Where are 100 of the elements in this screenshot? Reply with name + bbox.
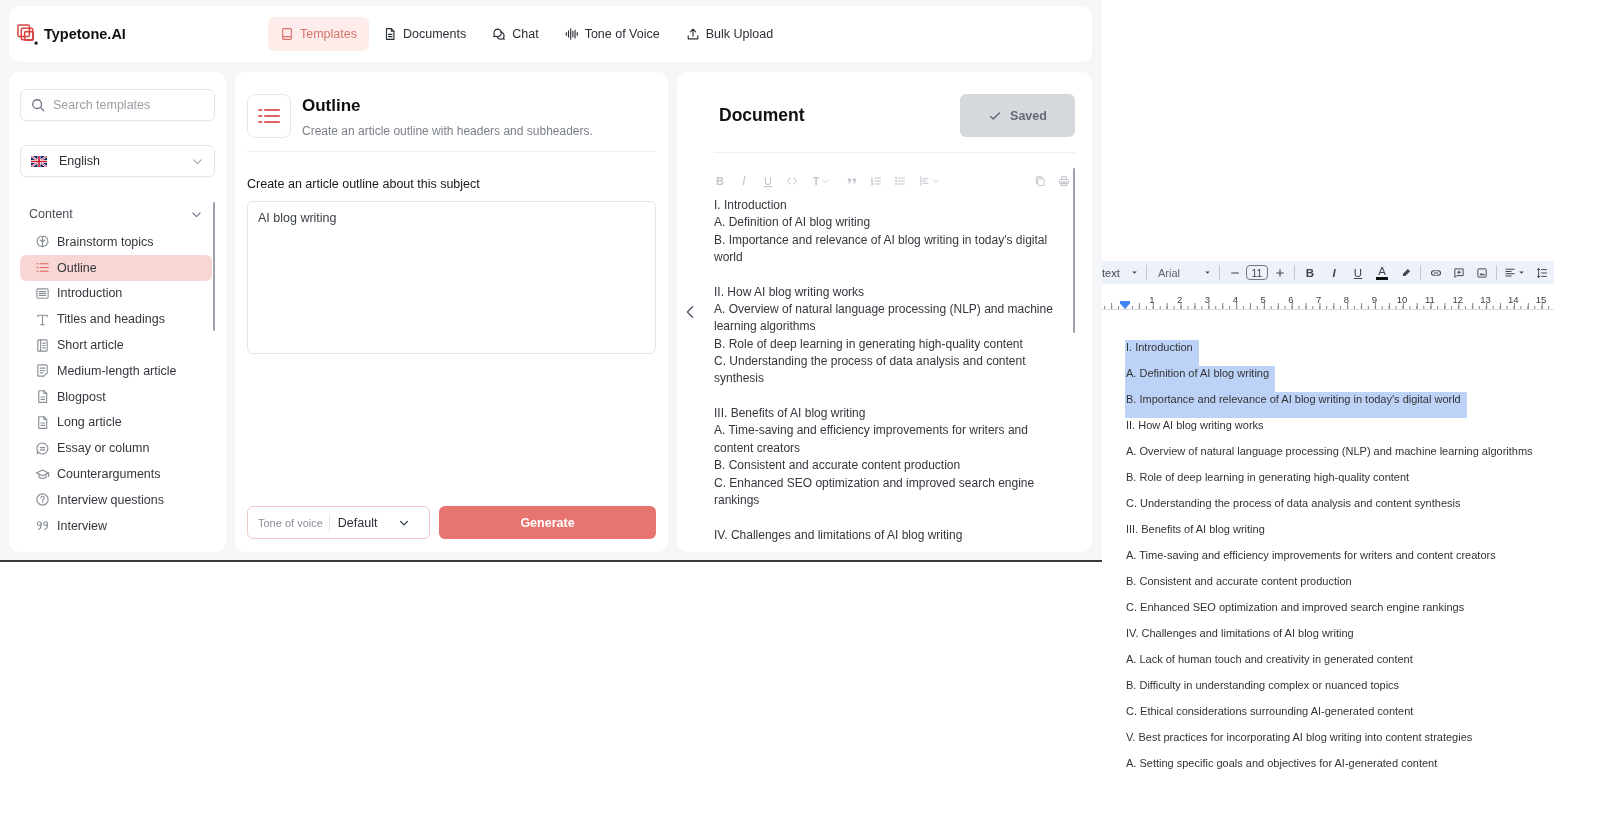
text-line: A. Lack of human touch and creativity in generated content: [1125, 652, 1414, 667]
nav-tab[interactable]: Bulk Upload: [673, 17, 786, 51]
template-item[interactable]: Counterarguments: [20, 461, 212, 487]
align-left-icon[interactable]: [1504, 266, 1516, 279]
add-comment-icon[interactable]: [1452, 266, 1465, 279]
template-item[interactable]: Interview questions: [20, 486, 212, 513]
sound-wave-icon: [564, 27, 579, 41]
scrollbar-thumb[interactable]: [213, 202, 215, 331]
upload-icon: [685, 27, 700, 41]
font-size-field[interactable]: 11: [1246, 265, 1268, 280]
outline-line: IV. Challenges and limitations of AI blog writing: [714, 526, 964, 544]
ruler-number: 8: [1342, 294, 1351, 305]
text-lines-icon: [35, 286, 50, 301]
template-item[interactable]: Outline: [20, 254, 212, 281]
ruler-number: 13: [1479, 294, 1492, 305]
outline-line: I. Introduction: [714, 197, 788, 214]
text-line: B. Role of deep learning in generating high-quality content: [1125, 470, 1411, 485]
nav-tab[interactable]: Chat: [480, 17, 551, 51]
template-item[interactable]: Short article: [20, 332, 212, 358]
caret-icon: [821, 177, 830, 185]
font-menu[interactable]: Arial: [1150, 266, 1216, 279]
section-toggle[interactable]: Content: [20, 202, 212, 226]
list-icon: [247, 94, 291, 138]
prompt-field[interactable]: AI blog writing: [247, 201, 656, 354]
ruler-number: 9: [1370, 294, 1378, 305]
ruler-number: 6: [1287, 294, 1295, 305]
sidebar-page-icon: [35, 337, 50, 353]
uk-flag-icon: [31, 155, 47, 167]
graduation-cap-icon: [35, 466, 50, 482]
text-line: C. Enhanced SEO optimization and improved search engine rankings: [1125, 600, 1466, 615]
brand-name: Typetone.AI: [44, 26, 126, 42]
prompt-label: Create an article outline about this subject: [247, 177, 481, 191]
ruler-number: 10: [1395, 294, 1409, 305]
outline-line: C. Understanding the process of data analysis and content synthesis: [714, 353, 1027, 388]
template-item[interactable]: Essay or column: [20, 435, 212, 462]
template-item[interactable]: Brainstorm topics: [20, 229, 212, 255]
search-icon: [31, 98, 45, 112]
text-line: B. Difficulty in understanding complex or nuanced topics: [1125, 678, 1401, 693]
text-line: A. Overview of natural language processing (NLP) and machine learning algorithms: [1125, 444, 1534, 459]
quote-icon[interactable]: [846, 175, 858, 187]
text-line: C. Ethical considerations surrounding AI-generated content: [1125, 704, 1415, 719]
page-edit-icon: [35, 363, 50, 379]
ruler-number: 12: [1451, 294, 1464, 305]
ruler-number: 15: [1534, 294, 1548, 305]
image-icon[interactable]: [1475, 266, 1488, 279]
caret-icon[interactable]: [1517, 268, 1526, 277]
ruler-number: 4: [1231, 294, 1239, 305]
file-text-icon: [35, 389, 50, 405]
text-line: B. Consistent and accurate content production: [1125, 574, 1353, 589]
caret-icon: [1203, 268, 1212, 277]
bullet-list-icon[interactable]: [894, 175, 906, 187]
text-line: V. Best practices for incorporating AI blog writing into content strategies: [1125, 730, 1474, 745]
italic-button[interactable]: I: [1322, 266, 1346, 279]
language-select[interactable]: English: [20, 145, 215, 177]
question-circle-icon: [35, 492, 50, 508]
ruler-number: 11: [1423, 294, 1436, 305]
outline-line: A. Overview of natural language processing (NLP) and machine learning algorithms: [714, 301, 1054, 336]
tone-select[interactable]: Tone of voice Default: [247, 506, 430, 539]
code-icon[interactable]: [786, 175, 798, 187]
bold-button[interactable]: B: [1298, 266, 1322, 279]
print-icon[interactable]: [1058, 175, 1070, 187]
numbered-list-icon[interactable]: [870, 175, 882, 187]
logo-icon: [17, 23, 38, 45]
text-line: A. Time-saving and efficiency improvements for writers and content creators: [1125, 548, 1497, 563]
ruler-number: 2: [1176, 294, 1184, 305]
nav-tab[interactable]: Tone of Voice: [552, 17, 672, 51]
template-item[interactable]: Interview: [20, 512, 212, 539]
text-line: II. How AI blog writing works: [1125, 418, 1265, 433]
ruler-number: 5: [1259, 294, 1267, 305]
outline-line: B. Consistent and accurate content production: [714, 457, 962, 475]
ruler-number: 3: [1203, 294, 1212, 305]
template-title: Outline: [302, 96, 362, 116]
template-item[interactable]: Medium-length article: [20, 358, 212, 384]
template-item[interactable]: Introduction: [20, 280, 212, 307]
style-menu[interactable]: text: [1102, 266, 1143, 279]
scrollbar-thumb[interactable]: [1073, 168, 1075, 333]
line-spacing-icon[interactable]: [1535, 266, 1548, 279]
file-text-icon: [35, 414, 50, 430]
copy-icon[interactable]: [1034, 175, 1046, 187]
document-icon: [383, 27, 397, 41]
template-item[interactable]: Blogpost: [20, 383, 212, 410]
outline-line: B. Role of deep learning in generating high-quality content: [714, 335, 1024, 353]
ruler-number: 7: [1315, 294, 1323, 305]
template-item[interactable]: Titles and headings: [20, 306, 212, 333]
template-description: Create an article outline with headers and subheaders.: [302, 124, 593, 138]
tablet-icon: [280, 27, 294, 41]
text-line: III. Benefits of AI blog writing: [1125, 522, 1266, 537]
nav-tab[interactable]: Documents: [371, 17, 479, 51]
text-line: A. Setting specific goals and objectives for AI-generated content: [1125, 756, 1439, 771]
outline-line: A. Definition of AI blog writing: [714, 214, 872, 232]
plus-icon[interactable]: [1273, 266, 1286, 279]
template-item[interactable]: Long article: [20, 409, 212, 436]
brain-icon: [35, 234, 50, 250]
underline-button[interactable]: U: [1346, 266, 1370, 279]
indent-marker-icon[interactable]: [1120, 301, 1130, 309]
document-title: Document: [718, 105, 805, 126]
chat-icon: [492, 27, 507, 41]
chevron-left-icon[interactable]: [685, 305, 695, 319]
text-line: C. Understanding the process of data analysis and content synthesis: [1125, 496, 1462, 511]
text-color-button[interactable]: A: [1370, 265, 1394, 280]
